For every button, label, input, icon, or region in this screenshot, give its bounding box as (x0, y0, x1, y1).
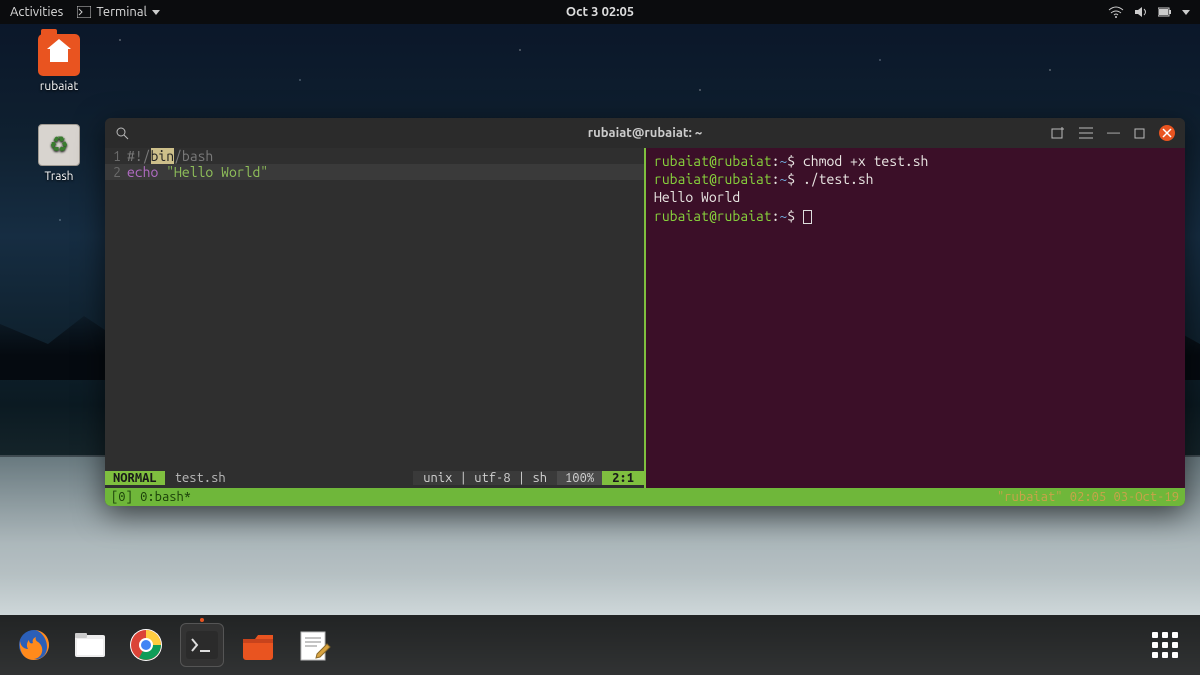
volume-icon[interactable] (1134, 6, 1148, 18)
show-applications-button[interactable] (1142, 622, 1188, 668)
vim-filename: test.sh (165, 471, 236, 485)
editor-code: echo "Hello World" (127, 164, 268, 180)
battery-icon[interactable] (1158, 7, 1172, 17)
gnome-topbar: Activities Terminal Oct 3 02:05 (0, 0, 1200, 24)
vim-percent: 100% (557, 471, 602, 485)
cursor (803, 210, 812, 224)
shell-prompt: rubaiat@rubaiat:~$ ./test.sh (654, 170, 1177, 188)
line-number: 2 (105, 164, 127, 180)
desktop-home-label: rubaiat (24, 80, 94, 93)
dock-app-file-manager[interactable] (236, 623, 280, 667)
desktop-home-folder[interactable]: rubaiat (24, 34, 94, 93)
terminal-icon (77, 6, 91, 18)
app-menu-label: Terminal (96, 5, 147, 19)
new-tab-icon[interactable] (1051, 126, 1065, 140)
dock-app-text-editor[interactable] (292, 623, 336, 667)
chevron-down-icon (152, 10, 160, 15)
desktop-trash[interactable]: ♻ Trash (24, 124, 94, 183)
trash-icon: ♻ (38, 124, 80, 166)
dock-app-terminal[interactable] (180, 623, 224, 667)
wifi-icon[interactable] (1108, 6, 1124, 18)
folder-icon (38, 34, 80, 76)
system-menu-chevron-icon[interactable] (1182, 10, 1190, 15)
tmux-pane-shell[interactable]: rubaiat@rubaiat:~$ chmod +x test.shrubai… (646, 148, 1185, 488)
desktop-trash-label: Trash (24, 170, 94, 183)
terminal-body: 1#!/bin/bash2echo "Hello World" NORMAL t… (105, 148, 1185, 488)
window-title: rubaiat@rubaiat: ~ (588, 126, 702, 140)
dock-app-firefox[interactable] (12, 623, 56, 667)
minimize-button[interactable]: — (1107, 126, 1120, 140)
close-button[interactable] (1159, 125, 1175, 141)
vim-statusline: NORMAL test.sh unix | utf-8 | sh 100% 2:… (105, 468, 644, 488)
editor-line: 1#!/bin/bash (105, 148, 644, 164)
tmux-pane-editor[interactable]: 1#!/bin/bash2echo "Hello World" NORMAL t… (105, 148, 644, 488)
shell-output: Hello World (654, 188, 1177, 206)
shell-prompt: rubaiat@rubaiat:~$ (654, 207, 1177, 225)
tmux-statusbar: [0] 0:bash* "rubaiat" 02:05 03-Oct-19 (105, 488, 1185, 506)
tmux-session-info: [0] 0:bash* (111, 490, 191, 504)
hamburger-menu-icon[interactable] (1079, 127, 1093, 139)
clock[interactable]: Oct 3 02:05 (566, 5, 634, 19)
shell-prompt: rubaiat@rubaiat:~$ chmod +x test.sh (654, 152, 1177, 170)
vim-cursor-pos: 2:1 (602, 471, 644, 485)
window-titlebar[interactable]: rubaiat@rubaiat: ~ — (105, 118, 1185, 148)
tmux-clock: "rubaiat" 02:05 03-Oct-19 (997, 490, 1179, 504)
vim-file-meta: unix | utf-8 | sh (413, 471, 557, 485)
activities-button[interactable]: Activities (10, 5, 63, 19)
editor-line: 2echo "Hello World" (105, 164, 644, 180)
gnome-dock (0, 615, 1200, 675)
app-menu[interactable]: Terminal (77, 5, 160, 19)
editor-code: #!/bin/bash (127, 148, 213, 164)
dock-app-chrome[interactable] (124, 623, 168, 667)
dock-app-files[interactable] (68, 623, 112, 667)
line-number: 1 (105, 148, 127, 164)
vim-mode: NORMAL (105, 471, 165, 485)
terminal-window: rubaiat@rubaiat: ~ — 1#!/bin/bash2echo "… (105, 118, 1185, 506)
search-icon[interactable] (115, 126, 129, 140)
maximize-button[interactable] (1134, 128, 1145, 139)
